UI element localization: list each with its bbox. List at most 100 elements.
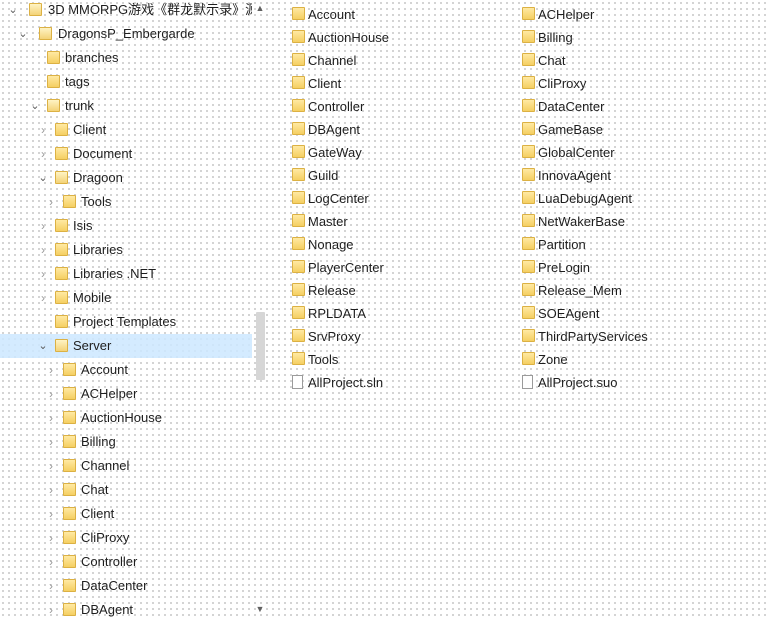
chevron-right-icon[interactable]: › xyxy=(45,454,57,478)
tree-item-auctionhouse[interactable]: › AuctionHouse xyxy=(0,406,252,430)
tree-item-controller[interactable]: › Controller xyxy=(0,550,252,574)
chevron-down-icon[interactable]: ⌄ xyxy=(37,334,49,358)
tree-item-cliproxy[interactable]: › CliProxy xyxy=(0,526,252,550)
tree-scrollbar-thumb[interactable] xyxy=(256,312,265,380)
folder-icon xyxy=(63,603,76,616)
tree-item-achelper[interactable]: › ACHelper xyxy=(0,382,252,406)
chevron-right-icon[interactable]: › xyxy=(45,574,57,598)
scroll-up-arrow-icon[interactable]: ▲ xyxy=(254,2,266,14)
folder-icon xyxy=(522,260,535,273)
item-label: GameBase xyxy=(538,122,604,137)
tree-item-mobile[interactable]: › Mobile xyxy=(0,286,252,310)
tree-item-tools[interactable]: › Tools xyxy=(0,190,252,214)
chevron-right-icon[interactable]: › xyxy=(45,358,57,382)
chevron-right-icon[interactable]: › xyxy=(45,430,57,454)
tree-item-label: Client xyxy=(73,122,107,137)
chevron-right-icon[interactable]: › xyxy=(37,142,49,166)
folder-icon xyxy=(55,315,68,328)
tree-item-label: Account xyxy=(81,362,128,377)
chevron-right-icon[interactable]: › xyxy=(45,526,57,550)
tree-item-label: Dragoon xyxy=(73,170,123,185)
folder-icon xyxy=(63,435,76,448)
navigation-tree[interactable]: ⌄ 3D MMORPG游戏《群龙默示录》源码 ⌄ DragonsP_Embergard… xyxy=(0,0,268,617)
tree-item-dragoon[interactable]: ⌄ Dragoon xyxy=(0,166,252,190)
item-label: Master xyxy=(308,214,348,229)
scroll-down-arrow-icon[interactable]: ▼ xyxy=(254,603,266,615)
folder-icon xyxy=(55,171,68,184)
item-label: Release xyxy=(308,283,356,298)
chevron-right-icon[interactable]: › xyxy=(45,406,57,430)
tree-item-client[interactable]: › Client xyxy=(0,118,252,142)
tree-item-account[interactable]: › Account xyxy=(0,358,252,382)
tree-item-label: Server xyxy=(73,338,112,353)
tree-item-label: DataCenter xyxy=(81,578,148,593)
tree-item-project-templates[interactable]: Project Templates xyxy=(0,310,252,334)
tree-item-document[interactable]: › Document xyxy=(0,142,252,166)
item-label: SOEAgent xyxy=(538,306,600,321)
item-label: GlobalCenter xyxy=(538,145,615,160)
tree-item-label: Tools xyxy=(81,194,112,209)
item-label: DBAgent xyxy=(308,122,361,137)
tree-item-isis[interactable]: › Isis xyxy=(0,214,252,238)
tree-item-label: AuctionHouse xyxy=(81,410,162,425)
chevron-down-icon[interactable]: ⌄ xyxy=(7,0,19,22)
tree-item-server[interactable]: ⌄ Server xyxy=(0,334,252,358)
chevron-right-icon[interactable]: › xyxy=(45,550,57,574)
folder-icon xyxy=(29,3,42,16)
item-label: ACHelper xyxy=(538,7,595,22)
chevron-right-icon[interactable]: › xyxy=(37,118,49,142)
tree-item-label: Channel xyxy=(81,458,130,473)
chevron-right-icon[interactable]: › xyxy=(45,190,57,214)
item-label: Billing xyxy=(538,30,573,45)
folder-icon xyxy=(63,387,76,400)
tree-item-dragonsp-embergarde[interactable]: ⌄ DragonsP_Embergarde xyxy=(0,22,252,46)
folder-icon xyxy=(522,306,535,319)
chevron-right-icon[interactable]: › xyxy=(45,598,57,617)
chevron-down-icon[interactable]: ⌄ xyxy=(37,166,49,190)
tree-item-branches[interactable]: branches xyxy=(0,46,252,70)
chevron-right-icon[interactable]: › xyxy=(45,502,57,526)
item-label: ThirdPartyServices xyxy=(538,329,648,344)
folder-icon xyxy=(292,237,305,250)
folder-icon xyxy=(522,122,535,135)
chevron-down-icon[interactable]: ⌄ xyxy=(17,22,29,46)
folder-icon xyxy=(55,219,68,232)
folder-icon xyxy=(292,214,305,227)
chevron-right-icon[interactable]: › xyxy=(37,238,49,262)
folder-icon xyxy=(522,99,535,112)
item-label: PlayerCenter xyxy=(308,260,384,275)
chevron-right-icon[interactable]: › xyxy=(37,286,49,310)
item-label: Nonage xyxy=(308,237,354,252)
item-label: InnovaAgent xyxy=(538,168,612,183)
tree-item-client[interactable]: › Client xyxy=(0,502,252,526)
tree-item-chat[interactable]: › Chat xyxy=(0,478,252,502)
tree-item-label: DragonsP_Embergarde xyxy=(58,26,195,41)
item-label: CliProxy xyxy=(538,76,587,91)
folder-icon xyxy=(292,99,305,112)
item-label: LogCenter xyxy=(308,191,369,206)
tree-item-libraries-net[interactable]: › Libraries .NET xyxy=(0,262,252,286)
chevron-right-icon[interactable]: › xyxy=(37,262,49,286)
chevron-right-icon[interactable]: › xyxy=(45,382,57,406)
tree-item-trunk[interactable]: ⌄ trunk xyxy=(0,94,252,118)
chevron-right-icon[interactable]: › xyxy=(45,478,57,502)
folder-icon xyxy=(63,195,76,208)
tree-item-libraries[interactable]: › Libraries xyxy=(0,238,252,262)
tree-item-3d-mmorpg-[interactable]: ⌄ 3D MMORPG游戏《群龙默示录》源码 xyxy=(0,0,252,22)
folder-icon xyxy=(522,352,535,365)
tree-item-tags[interactable]: tags xyxy=(0,70,252,94)
tree-item-datacenter[interactable]: › DataCenter xyxy=(0,574,252,598)
folder-icon xyxy=(63,531,76,544)
chevron-right-icon[interactable]: › xyxy=(37,214,49,238)
item-label: AuctionHouse xyxy=(308,30,389,45)
tree-item-billing[interactable]: › Billing xyxy=(0,430,252,454)
folder-icon xyxy=(292,30,305,43)
item-label: Release_Mem xyxy=(538,283,622,298)
tree-item-channel[interactable]: › Channel xyxy=(0,454,252,478)
chevron-down-icon[interactable]: ⌄ xyxy=(29,94,41,118)
tree-item-label: branches xyxy=(65,50,119,65)
item-label: Client xyxy=(308,76,342,91)
folder-icon xyxy=(292,191,305,204)
folder-content-pane[interactable]: Account AuctionHouse Channel Client Controll… xyxy=(268,0,766,617)
tree-item-dbagent[interactable]: › DBAgent xyxy=(0,598,252,617)
